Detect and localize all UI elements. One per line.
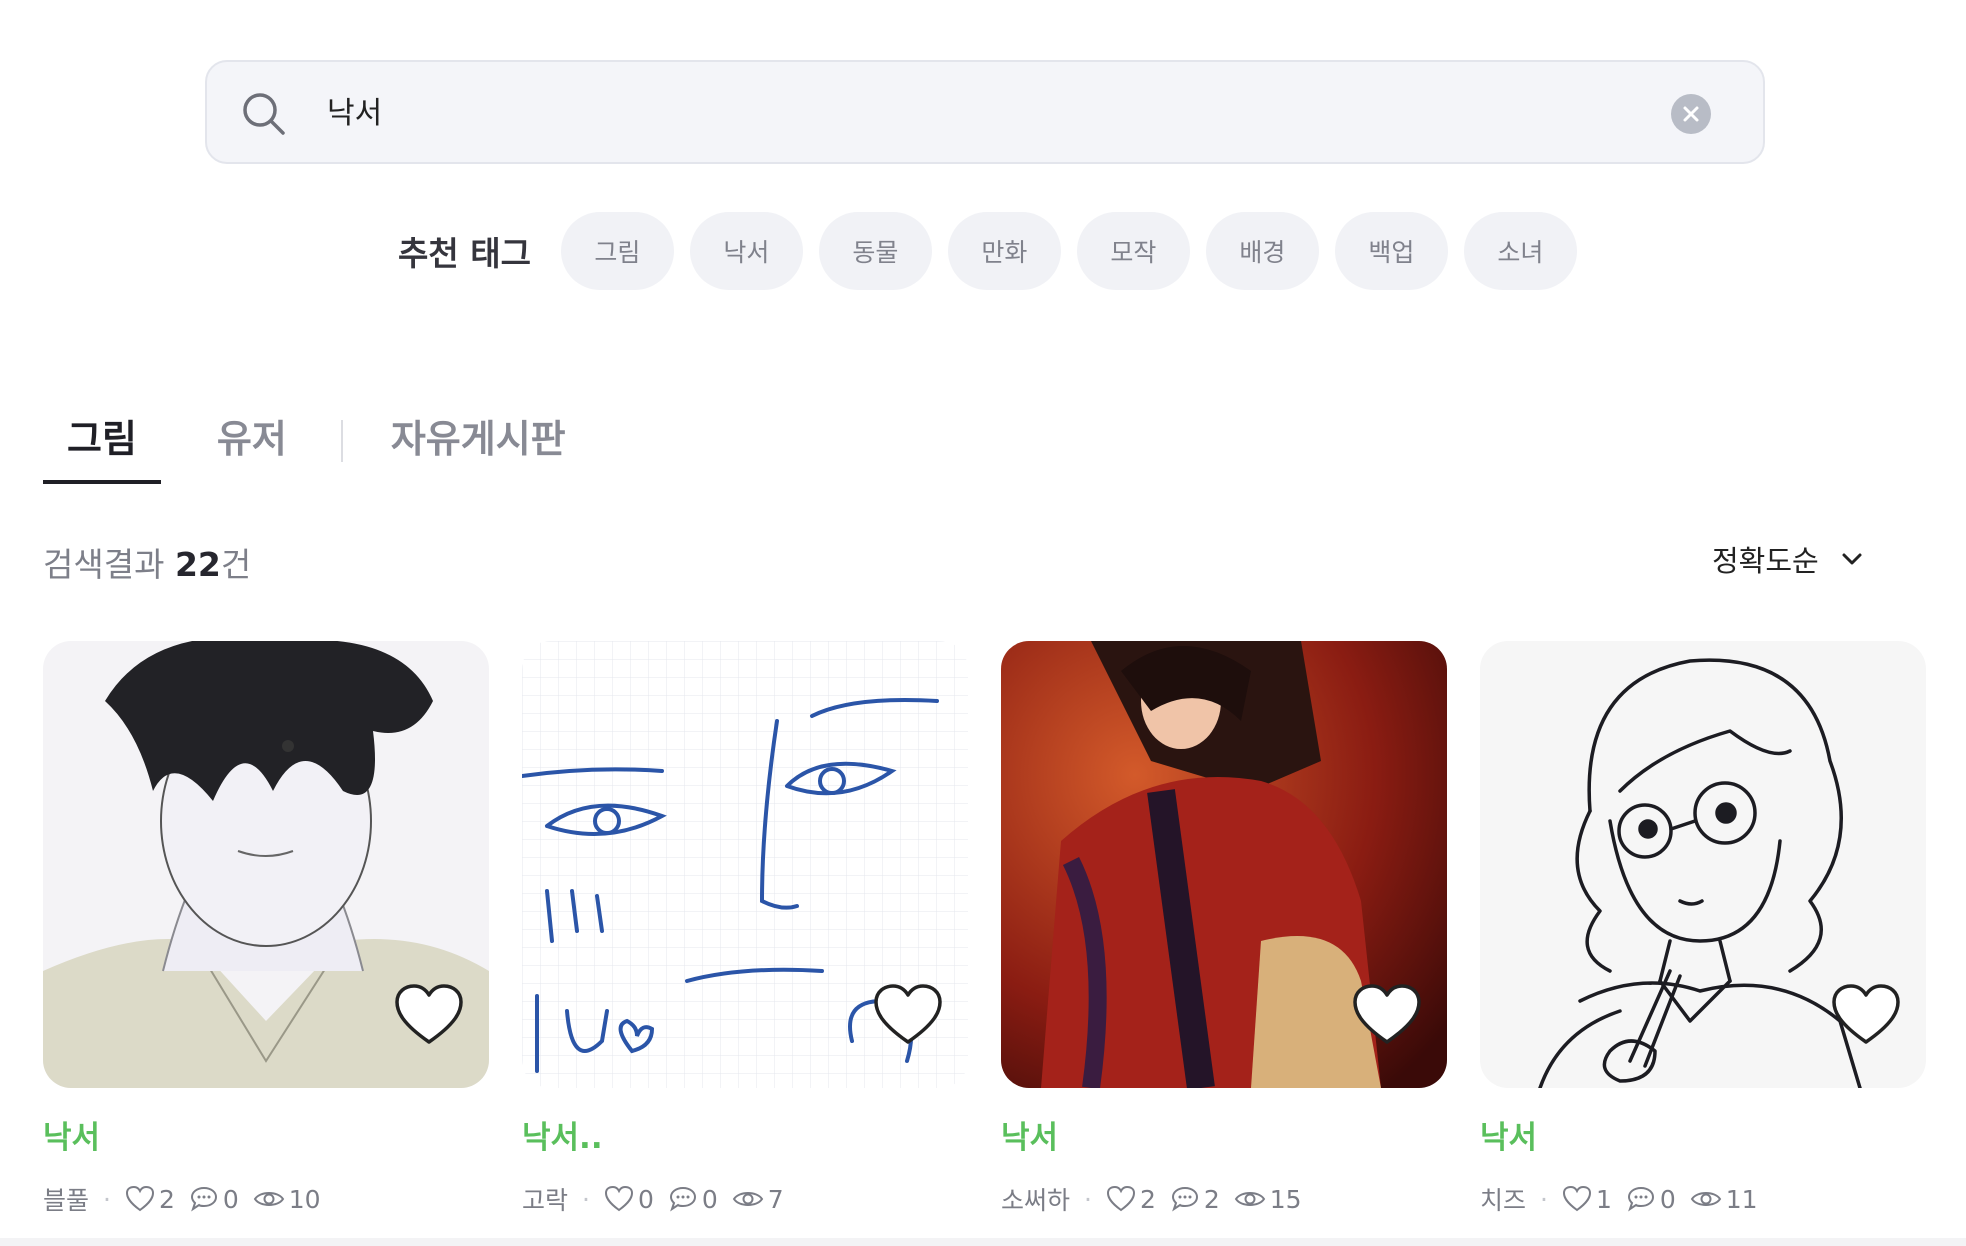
recommended-tags: 추천 태그 그림 낙서 동물 만화 모작 배경 백업 소녀: [398, 212, 1577, 290]
heart-outline-icon: [604, 1185, 633, 1212]
page-bottom-edge: [0, 1238, 1966, 1246]
recommended-tags-title: 추천 태그: [398, 234, 531, 273]
view-count: 11: [1690, 1185, 1758, 1214]
tag-chip[interactable]: 동물: [818, 212, 932, 290]
tab-free-board[interactable]: 자유게시판: [391, 408, 566, 484]
comment-count-value: 0: [701, 1184, 718, 1214]
tag-chip[interactable]: 만화: [947, 212, 1061, 290]
artwork-meta: 블풀 · 2 0 10: [43, 1181, 489, 1217]
view-count: 7: [732, 1185, 784, 1214]
artwork-thumbnail[interactable]: [522, 641, 968, 1088]
artwork-meta: 소써하 · 2 2 15: [1001, 1181, 1447, 1217]
tag-chip[interactable]: 낙서: [689, 212, 803, 290]
comment-count-value: 0: [1659, 1184, 1676, 1214]
result-count-number: 22: [174, 545, 221, 584]
artwork-grid: 낙서 블풀 · 2 0 10 낙서.. 고락 · 0 0 7 낙서 소써하 · …: [43, 641, 1926, 1217]
view-count-value: 10: [288, 1184, 321, 1214]
search-icon: [243, 93, 285, 135]
view-count-value: 15: [1269, 1184, 1302, 1214]
search-input[interactable]: 낙서: [327, 92, 382, 136]
tab-divider: [340, 420, 343, 462]
comment-icon: [669, 1186, 696, 1212]
comment-count-value: 0: [222, 1184, 239, 1214]
comment-count-value: 2: [1203, 1184, 1220, 1214]
sort-dropdown[interactable]: 정확도순: [1712, 538, 1863, 580]
heart-icon[interactable]: [872, 982, 944, 1048]
artwork-meta: 치즈 · 1 0 11: [1480, 1181, 1926, 1217]
artwork-thumbnail[interactable]: [1001, 641, 1447, 1088]
result-count: 검색결과 22건: [43, 538, 251, 586]
artwork-title[interactable]: 낙서: [43, 1112, 489, 1157]
heart-icon[interactable]: [1351, 982, 1423, 1048]
eye-icon: [1234, 1192, 1265, 1206]
view-count-value: 11: [1725, 1184, 1758, 1214]
tag-chip[interactable]: 소녀: [1463, 212, 1577, 290]
comment-icon: [1171, 1186, 1198, 1212]
heart-icon[interactable]: [393, 982, 465, 1048]
chevron-down-icon: [1842, 553, 1862, 565]
artwork-author[interactable]: 고락: [522, 1181, 568, 1217]
search-bar[interactable]: 낙서: [205, 60, 1765, 164]
artwork-thumbnail[interactable]: [1480, 641, 1926, 1088]
meta-separator: ·: [1084, 1184, 1092, 1214]
like-count-value: 2: [158, 1184, 175, 1214]
like-count: 2: [1106, 1185, 1156, 1214]
artwork-author[interactable]: 블풀: [43, 1181, 89, 1217]
close-icon: [1683, 106, 1699, 122]
comment-count: 0: [668, 1185, 718, 1214]
meta-separator: ·: [1540, 1184, 1548, 1214]
sort-label: 정확도순: [1712, 544, 1819, 578]
eye-icon: [253, 1192, 284, 1206]
like-count: 0: [604, 1185, 654, 1214]
artwork-card[interactable]: 낙서 치즈 · 1 0 11: [1480, 641, 1926, 1217]
heart-icon[interactable]: [1830, 982, 1902, 1048]
artwork-title[interactable]: 낙서: [1480, 1112, 1926, 1157]
like-count-value: 2: [1139, 1184, 1156, 1214]
tag-chip[interactable]: 모작: [1076, 212, 1190, 290]
heart-outline-icon: [1106, 1185, 1135, 1212]
artwork-title[interactable]: 낙서: [1001, 1112, 1447, 1157]
tab-drawing[interactable]: 그림: [43, 408, 161, 484]
artwork-card[interactable]: 낙서.. 고락 · 0 0 7: [522, 641, 968, 1217]
result-count-prefix: 검색결과: [43, 545, 175, 584]
like-count-value: 1: [1595, 1184, 1612, 1214]
result-tabs: 그림 유저 자유게시판: [43, 408, 566, 484]
meta-separator: ·: [103, 1184, 111, 1214]
artwork-author[interactable]: 소써하: [1001, 1181, 1070, 1217]
clear-search-button[interactable]: [1671, 94, 1711, 134]
comment-icon: [1627, 1186, 1654, 1212]
eye-icon: [732, 1192, 763, 1206]
result-count-suffix: 건: [220, 545, 252, 584]
comment-icon: [190, 1186, 217, 1212]
tag-chip[interactable]: 배경: [1205, 212, 1319, 290]
artwork-title[interactable]: 낙서..: [522, 1112, 968, 1157]
comment-count: 2: [1170, 1185, 1220, 1214]
comment-count: 0: [1626, 1185, 1676, 1214]
like-count: 1: [1562, 1185, 1612, 1214]
eye-icon: [1690, 1192, 1721, 1206]
view-count: 15: [1234, 1185, 1302, 1214]
tag-chip[interactable]: 그림: [560, 212, 674, 290]
artwork-author[interactable]: 치즈: [1480, 1181, 1526, 1217]
comment-count: 0: [189, 1185, 239, 1214]
like-count-value: 0: [637, 1184, 654, 1214]
tab-user[interactable]: 유저: [217, 408, 287, 484]
view-count: 10: [253, 1185, 321, 1214]
heart-outline-icon: [1562, 1185, 1591, 1212]
heart-outline-icon: [125, 1185, 154, 1212]
view-count-value: 7: [767, 1184, 784, 1214]
artwork-card[interactable]: 낙서 블풀 · 2 0 10: [43, 641, 489, 1217]
artwork-card[interactable]: 낙서 소써하 · 2 2 15: [1001, 641, 1447, 1217]
meta-separator: ·: [582, 1184, 590, 1214]
like-count: 2: [125, 1185, 175, 1214]
tag-chip[interactable]: 백업: [1334, 212, 1448, 290]
artwork-meta: 고락 · 0 0 7: [522, 1181, 968, 1217]
artwork-thumbnail[interactable]: [43, 641, 489, 1088]
